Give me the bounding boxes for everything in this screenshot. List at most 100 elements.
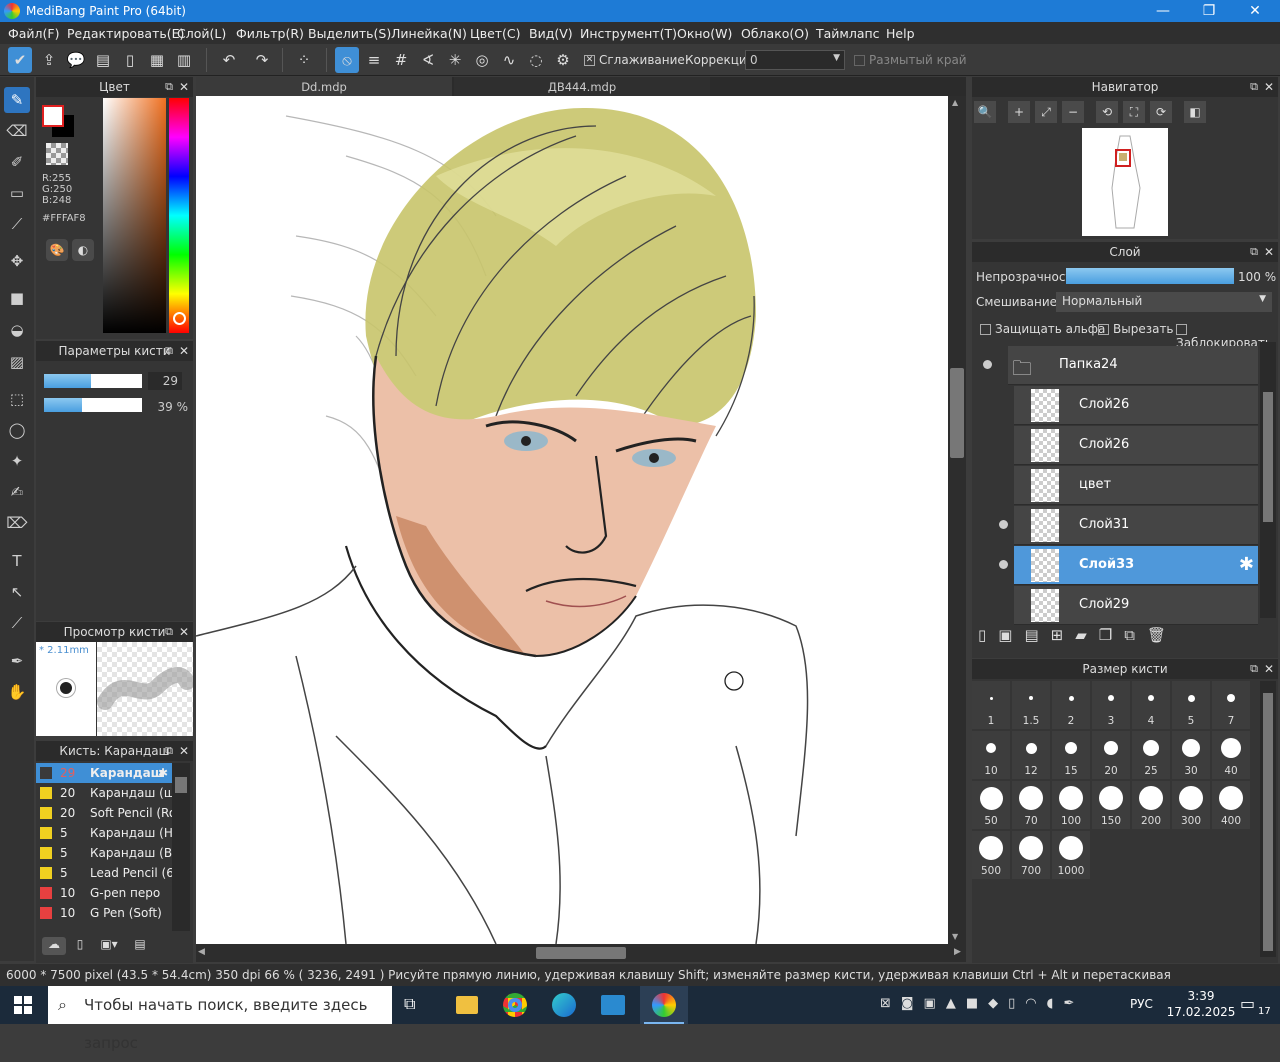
menu-cloud[interactable]: Облако(O) [741, 26, 809, 41]
brush-size-slider[interactable] [44, 374, 142, 388]
start-button[interactable] [14, 996, 32, 1014]
navigator-thumbnail[interactable] [1082, 128, 1168, 236]
dot-eraser-icon[interactable]: ✐ [4, 149, 30, 175]
radial-snap-icon[interactable]: ✳ [443, 47, 467, 73]
speech-bubble-icon[interactable]: 💬 [64, 47, 88, 73]
brush-list-item[interactable]: 20 Карандаш (ше [36, 783, 172, 803]
blend-mode-select[interactable]: Нормальный ▼ [1056, 292, 1272, 312]
rotate-left-icon[interactable]: ⟲ [1096, 101, 1118, 123]
brush-size-option[interactable]: 150 [1092, 781, 1130, 829]
protect-alpha-checkbox[interactable]: Защищать альфа [980, 322, 1105, 336]
tray-app-icon[interactable]: ⊠ [880, 996, 901, 1011]
clip-checkbox[interactable]: Вырезать [1098, 322, 1174, 336]
foreground-color-swatch[interactable] [42, 105, 64, 127]
lasso-tool-icon[interactable]: ◯ [4, 417, 30, 443]
select-eraser-icon[interactable]: ⌦ [4, 510, 30, 536]
brush-size-option[interactable]: 200 [1132, 781, 1170, 829]
reset-rotation-icon[interactable]: ⛶ [1123, 101, 1145, 123]
circle-snap-icon[interactable]: ◎ [470, 47, 494, 73]
curve-snap-icon[interactable]: ∿ [497, 47, 521, 73]
menu-color[interactable]: Цвет(C) [470, 26, 521, 41]
menu-help[interactable]: Help [886, 26, 915, 41]
layer-item[interactable]: Слой26 [1014, 386, 1258, 425]
magic-wand-icon[interactable]: ✦ [4, 448, 30, 474]
app-window-icon[interactable] [601, 995, 625, 1015]
layer-scroll-thumb[interactable] [1263, 392, 1273, 522]
brush-settings-icon[interactable]: ▤ [130, 937, 150, 955]
close-icon[interactable]: ✕ [1264, 659, 1274, 679]
pen-icon[interactable]: ✒ [1063, 996, 1084, 1011]
brush-size-scroll-thumb[interactable] [1263, 693, 1273, 951]
text-tool-icon[interactable]: T [4, 548, 30, 574]
tray-dropbox-icon[interactable]: ◆ [988, 996, 1008, 1011]
move-tool-icon[interactable]: ✥ [4, 248, 30, 274]
tray-camera-icon[interactable]: ◙ [901, 996, 924, 1011]
undock-icon[interactable]: ⧉ [1250, 77, 1258, 97]
brush-size-option[interactable]: 30 [1172, 731, 1210, 779]
brush-list-item[interactable]: 5 Карандаш (HB [36, 823, 172, 843]
line-tool-icon[interactable]: ⟋ [4, 211, 30, 237]
brush-size-option[interactable]: 1 [972, 681, 1010, 729]
hand-tool-icon[interactable]: ✋ [4, 679, 30, 705]
select-pen-icon[interactable]: ✍ [4, 479, 30, 505]
parallel-snap-icon[interactable]: ≡ [362, 47, 386, 73]
divide-tool-icon[interactable]: ⟋ [4, 610, 30, 636]
brush-size-value[interactable]: 29 [148, 372, 182, 390]
notifications-icon[interactable]: ▭ [1240, 994, 1255, 1013]
brush-tool-icon[interactable]: ✎ [4, 87, 30, 113]
maximize-button[interactable]: ❐ [1186, 0, 1232, 22]
zoom-in-icon[interactable]: + [1008, 101, 1030, 123]
layer-settings-gear-icon[interactable]: ✱ [1239, 554, 1254, 575]
new-folder-icon[interactable]: ▰ [1075, 626, 1099, 644]
canvas-vertical-scrollbar[interactable]: ▲ ▼ [948, 96, 966, 944]
hue-slider[interactable] [169, 98, 189, 333]
color-history-icon[interactable]: ◐ [72, 239, 94, 261]
brush-size-option[interactable]: 700 [1012, 831, 1050, 879]
cloud-brush-icon[interactable]: ☁ [42, 937, 66, 955]
menu-view[interactable]: Вид(V) [529, 26, 573, 41]
layer-item[interactable]: Слой31 [999, 506, 1258, 545]
menu-ruler[interactable]: Линейка(N) [391, 26, 467, 41]
add-layer-menu-icon[interactable]: ⊞ [1051, 626, 1076, 644]
edge-icon[interactable] [552, 993, 576, 1017]
close-icon[interactable]: ✕ [179, 341, 189, 361]
delete-layer-icon[interactable]: 🗑 [1147, 626, 1178, 644]
select-rect-icon[interactable]: ⬚ [4, 386, 30, 412]
new-layer-icon[interactable]: ▯ [978, 626, 998, 644]
brush-size-option[interactable]: 300 [1172, 781, 1210, 829]
operation-tool-icon[interactable]: ↖ [4, 579, 30, 605]
layer-folder[interactable]: 🗀 Папка24 [983, 346, 1258, 385]
brush-list-item[interactable]: 20 Soft Pencil (Ro [36, 803, 172, 823]
grid-snap-icon[interactable]: # [389, 47, 413, 73]
zoom-fit-icon[interactable]: 🔍 [974, 101, 996, 123]
close-icon[interactable]: ✕ [179, 622, 189, 642]
brush-size-option[interactable]: 10 [972, 731, 1010, 779]
brush-size-option[interactable]: 5 [1172, 681, 1210, 729]
tray-nvidia-icon[interactable]: ▲ [946, 996, 966, 1011]
redo-icon[interactable]: ↷ [248, 47, 276, 73]
volume-icon[interactable]: ◖ [1047, 996, 1064, 1011]
layer-item[interactable]: Слой26 [1014, 426, 1258, 465]
brush-list-scroll-thumb[interactable] [175, 777, 187, 793]
saturation-value-picker[interactable] [103, 98, 166, 333]
layer-scrollbar[interactable] [1260, 342, 1276, 618]
taskbar-search[interactable]: ⌕ Чтобы начать поиск, введите здесь запро… [48, 986, 392, 1052]
close-icon[interactable]: ✕ [179, 741, 189, 761]
layout-icon[interactable]: ▥ [172, 47, 196, 73]
bucket-tool-icon[interactable]: ◒ [4, 317, 30, 343]
brush-size-scrollbar[interactable] [1260, 681, 1276, 957]
brush-size-option[interactable]: 1000 [1052, 831, 1090, 879]
chrome-icon[interactable] [503, 993, 527, 1017]
brush-size-option[interactable]: 20 [1092, 731, 1130, 779]
snap-off-icon[interactable]: ⦸ [335, 47, 359, 73]
smoothing-checkbox[interactable]: ✕ Сглаживание [584, 53, 685, 67]
undock-icon[interactable]: ⧉ [1250, 659, 1258, 679]
visibility-icon[interactable] [983, 360, 992, 369]
medibang-taskbar-button[interactable] [640, 986, 688, 1024]
flip-horizontal-icon[interactable]: ◧ [1184, 101, 1206, 123]
transparent-color-swatch[interactable] [46, 143, 68, 165]
hue-handle[interactable] [173, 312, 186, 325]
close-icon[interactable]: ✕ [1264, 77, 1274, 97]
new-8bit-layer-icon[interactable]: ▤ [1024, 626, 1050, 644]
drawing-canvas[interactable] [196, 96, 948, 944]
